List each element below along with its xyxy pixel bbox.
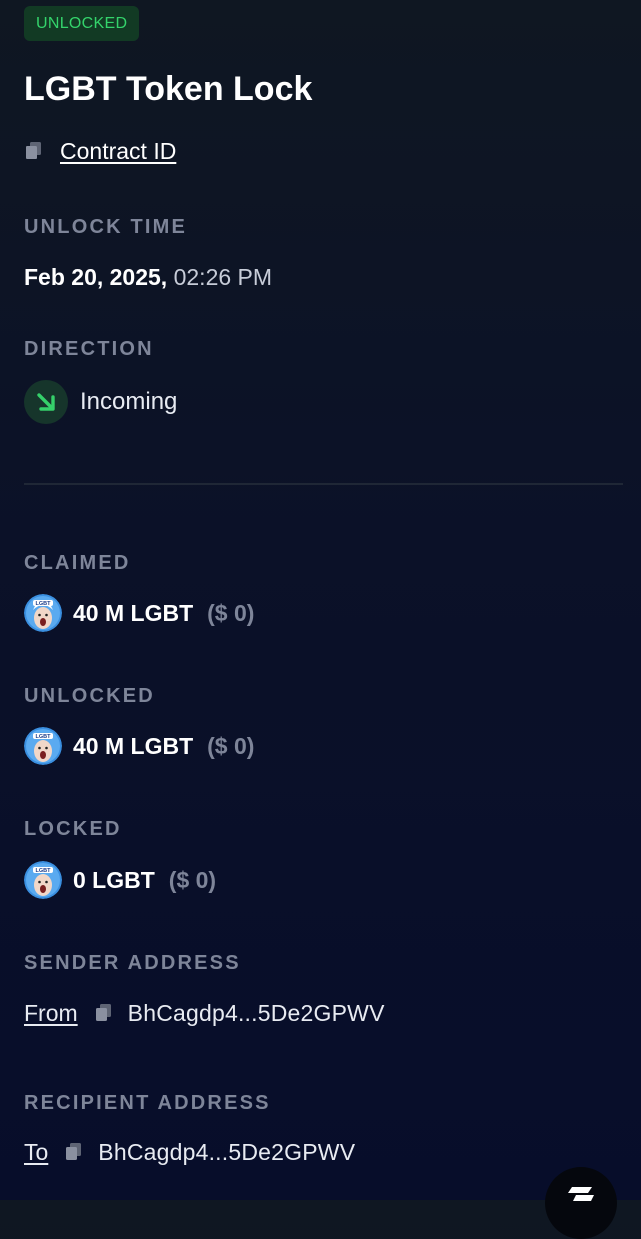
svg-text:LGBT: LGBT bbox=[36, 734, 52, 740]
direction-value: Incoming bbox=[80, 388, 178, 415]
unlocked-usd: ($ 0) bbox=[207, 732, 255, 759]
status-badge: UNLOCKED bbox=[24, 6, 140, 41]
section-divider bbox=[24, 483, 623, 485]
unlock-time-value: Feb 20, 2025, 02:26 PM bbox=[24, 262, 272, 292]
unlock-date: Feb 20, 2025, bbox=[24, 264, 168, 290]
recipient-to-link[interactable]: To bbox=[24, 1139, 48, 1166]
arrow-down-right-icon bbox=[24, 380, 68, 424]
recipient-address-label: RECIPIENT ADDRESS bbox=[24, 1092, 271, 1114]
locked-label: LOCKED bbox=[24, 818, 122, 840]
direction-label: DIRECTION bbox=[24, 338, 154, 360]
token-lock-page: UNLOCKED LGBT Token Lock Contract ID UNL… bbox=[0, 0, 641, 1239]
copy-icon[interactable] bbox=[94, 1003, 114, 1023]
sender-from-link[interactable]: From bbox=[24, 1000, 78, 1027]
sender-address-label: SENDER ADDRESS bbox=[24, 952, 241, 974]
lgbt-token-icon: LGBT bbox=[24, 594, 62, 632]
svg-text:LGBT: LGBT bbox=[36, 868, 52, 874]
claimed-label: CLAIMED bbox=[24, 552, 131, 574]
unlock-time: 02:26 PM bbox=[173, 264, 273, 290]
floating-action-button[interactable] bbox=[545, 1167, 617, 1239]
lgbt-token-icon: LGBT bbox=[24, 727, 62, 765]
claimed-usd: ($ 0) bbox=[207, 599, 255, 626]
unlocked-amount: 40 M LGBT bbox=[73, 732, 194, 759]
unlock-time-label: UNLOCK TIME bbox=[24, 216, 188, 238]
page-title: LGBT Token Lock bbox=[24, 70, 313, 108]
claimed-amount: 40 M LGBT bbox=[73, 599, 194, 626]
claimed-row: LGBT 40 M LGBT ($ 0) bbox=[24, 594, 254, 632]
sender-address-value[interactable]: BhCagdp4...5De2GPWV bbox=[128, 1000, 385, 1027]
copy-icon[interactable] bbox=[64, 1142, 84, 1162]
recipient-address-value[interactable]: BhCagdp4...5De2GPWV bbox=[98, 1139, 355, 1166]
copy-icon[interactable] bbox=[24, 141, 44, 161]
contract-id-row[interactable]: Contract ID bbox=[24, 136, 176, 166]
app-logo-icon bbox=[566, 1185, 596, 1206]
recipient-address-row: To BhCagdp4...5De2GPWV bbox=[24, 1137, 355, 1167]
lgbt-token-icon: LGBT bbox=[24, 861, 62, 899]
svg-text:LGBT: LGBT bbox=[36, 601, 52, 607]
unlocked-row: LGBT 40 M LGBT ($ 0) bbox=[24, 727, 254, 765]
contract-id-link[interactable]: Contract ID bbox=[60, 138, 176, 165]
sender-address-row: From BhCagdp4...5De2GPWV bbox=[24, 998, 385, 1028]
unlocked-label: UNLOCKED bbox=[24, 685, 155, 707]
direction-row: Incoming bbox=[24, 380, 177, 424]
locked-row: LGBT 0 LGBT ($ 0) bbox=[24, 861, 216, 899]
locked-usd: ($ 0) bbox=[168, 866, 217, 893]
locked-amount: 0 LGBT bbox=[73, 866, 155, 893]
